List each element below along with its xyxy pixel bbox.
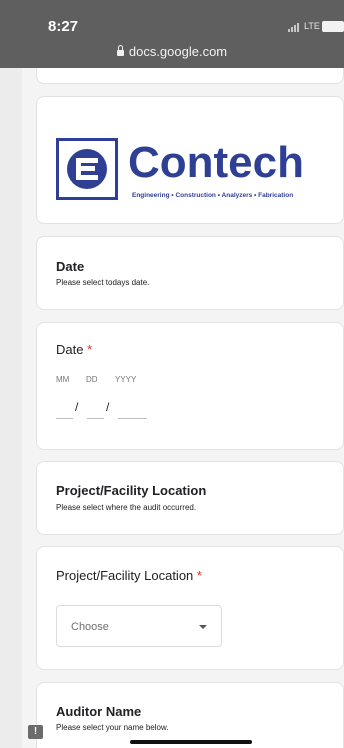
section-date-title: Date [56,259,85,274]
status-time: 8:27 [48,18,79,35]
contech-logo: Contech Engineering • Construction • Ana… [56,138,326,204]
report-abuse-icon[interactable]: ! [28,725,43,739]
battery-icon [322,21,344,32]
required-mark: * [196,568,202,583]
section-date-description: Please select todays date. [56,278,150,287]
year-input[interactable] [118,418,147,419]
month-input[interactable] [56,418,73,419]
date-field-labels: MM DD YYYY [56,375,136,384]
section-auditor-description: Please select your name below. [56,723,169,732]
network-type: LTE [304,21,320,31]
section-location-description: Please select where the audit occurred. [56,503,197,512]
section-location-card [36,461,344,535]
day-label: DD [86,375,98,384]
year-label: YYYY [115,375,137,384]
signal-icon [288,23,300,32]
section-auditor-title: Auditor Name [56,704,142,719]
section-location-title: Project/Facility Location [56,483,207,498]
logo-tagline: Engineering • Construction • Analyzers •… [132,192,294,199]
status-bar: 8:27 LTE docs.google.com [0,0,344,68]
home-indicator[interactable] [130,740,252,744]
location-dropdown[interactable]: Choose [56,605,222,647]
month-label: MM [56,375,70,384]
lock-icon [116,45,124,56]
date-separator: / [106,400,110,414]
required-mark: * [87,342,93,357]
logo-brand: Contech [128,138,304,187]
dropdown-arrow-icon [199,625,207,629]
day-input[interactable] [87,418,104,419]
dropdown-value: Choose [71,621,109,633]
date-separator: / [75,400,79,414]
question-location-label: Project/Facility Location * [56,568,202,583]
previous-card [36,68,344,84]
question-date-label: Date * [56,342,93,357]
url-text: docs.google.com [128,44,228,59]
logo-emblem-icon [56,138,118,200]
address-bar[interactable]: docs.google.com [0,44,344,59]
